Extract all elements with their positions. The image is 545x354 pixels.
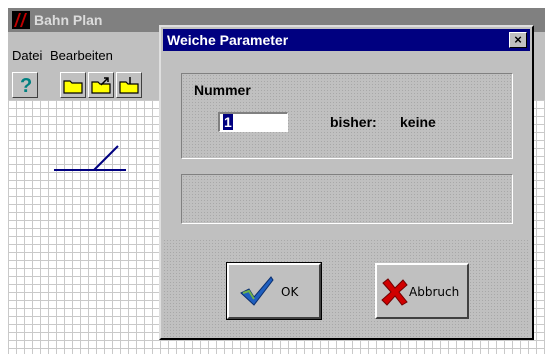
red-x-icon [381, 278, 408, 306]
folder-export-button[interactable] [88, 72, 114, 98]
app-title: Bahn Plan [34, 12, 103, 28]
ok-label: OK [281, 285, 299, 299]
bisher-value: keine [400, 114, 436, 130]
menu-datei[interactable]: Datei [12, 48, 42, 63]
track-switch-drawing [54, 145, 126, 171]
bisher-label: bisher: [330, 114, 377, 130]
button-row: OK Abbruch [163, 239, 530, 338]
app-logo-icon [12, 11, 30, 29]
abbruch-button[interactable]: Abbruch [375, 263, 469, 319]
folder-icon [63, 80, 83, 94]
ok-button[interactable]: OK [226, 262, 322, 320]
help-button[interactable]: ? [12, 72, 38, 98]
nummer-input[interactable]: 1 [218, 112, 288, 132]
folder-arrow-icon [119, 77, 139, 94]
nummer-label: Nummer [194, 82, 251, 98]
weiche-parameter-dialog: Weiche Parameter × Nummer 1 bisher: kein… [159, 25, 534, 340]
empty-group-panel [181, 174, 513, 224]
close-icon[interactable]: × [509, 32, 527, 48]
svg-text:?: ? [20, 75, 32, 97]
abbruch-label: Abbruch [409, 285, 460, 299]
nummer-value: 1 [223, 114, 233, 130]
question-icon: ? [20, 75, 32, 97]
dialog-title-bar: Weiche Parameter × [163, 29, 530, 51]
dialog-title: Weiche Parameter [167, 32, 289, 48]
folder-import-button[interactable] [116, 72, 142, 98]
folder-arrow-icon [91, 77, 111, 94]
menu-bearbeiten[interactable]: Bearbeiten [50, 48, 113, 63]
checkmark-icon [240, 276, 274, 306]
open-button[interactable] [60, 72, 86, 98]
nummer-group: Nummer 1 bisher: keine [181, 73, 513, 159]
